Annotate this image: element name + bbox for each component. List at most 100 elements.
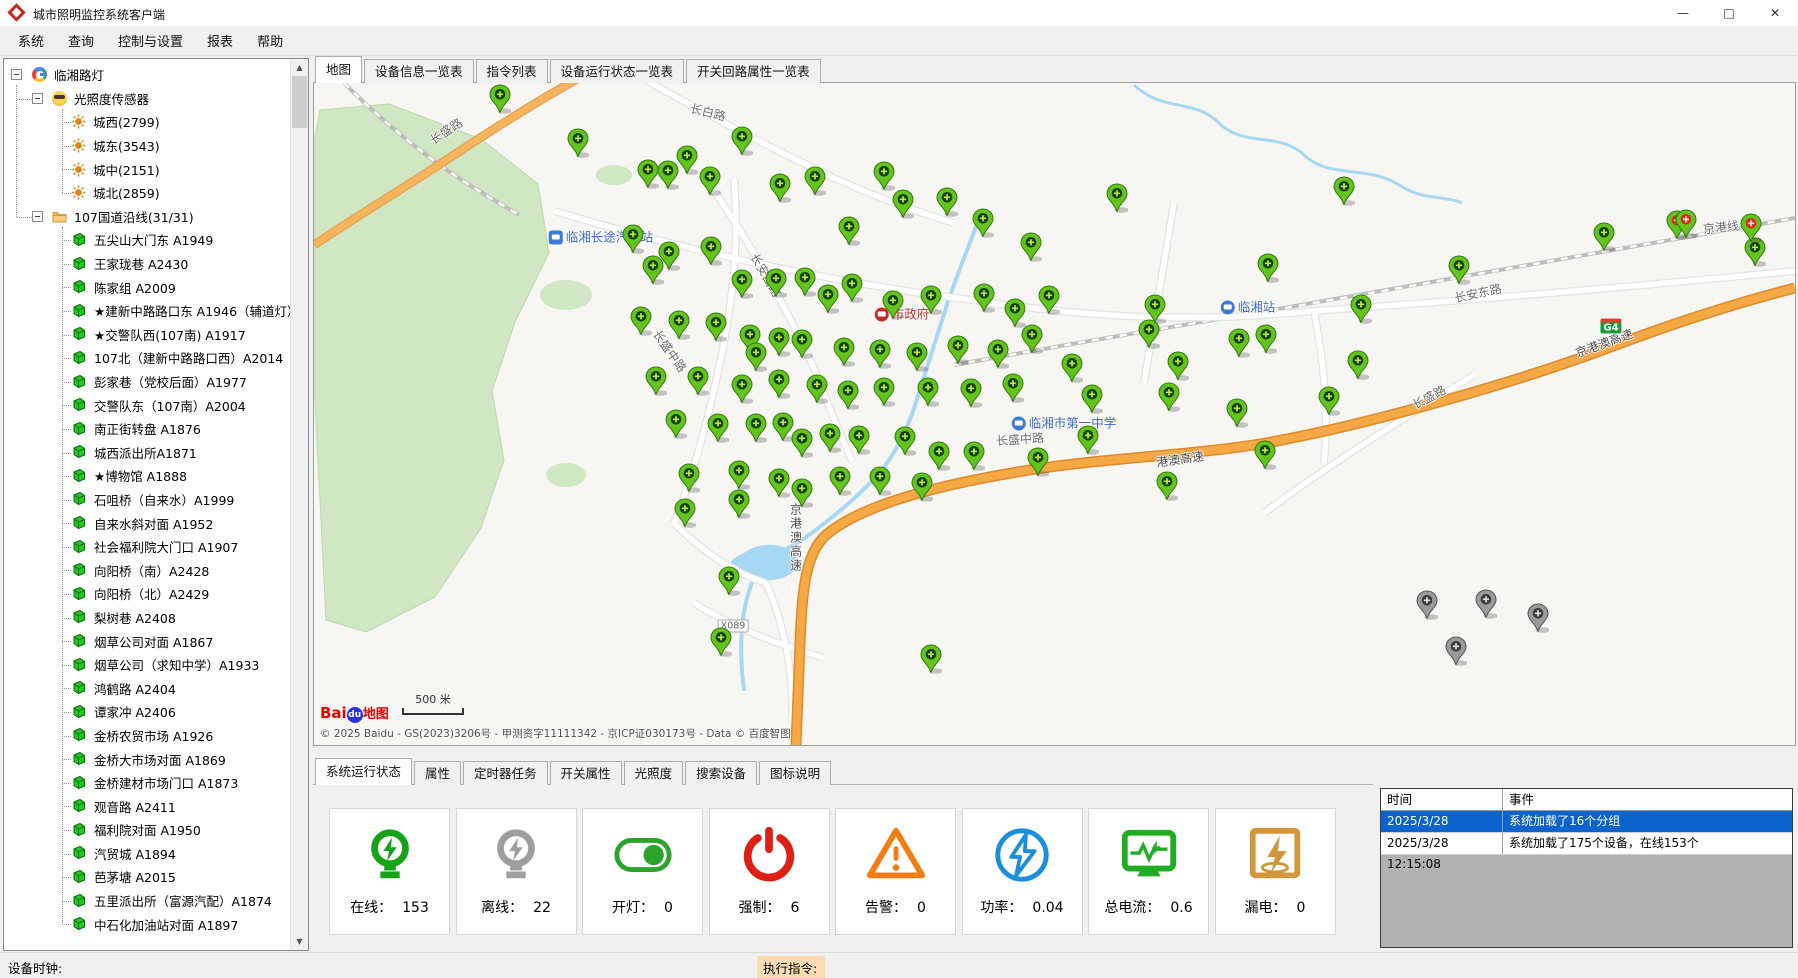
menu-item-2[interactable]: 控制与设置 [106,27,195,54]
map-pin-green[interactable] [731,269,753,299]
tree-item-g1-15[interactable]: 向阳桥（北）A2429 [4,582,291,606]
map-tab-1[interactable]: 设备信息一览表 [364,59,474,83]
map-pin-green[interactable] [1027,447,1049,477]
tree-item-g1-12[interactable]: 自来水斜对面 A1952 [4,511,291,535]
bottom-tab-1[interactable]: 属性 [414,761,461,785]
tree-scrollbar[interactable]: ▲ ▼ [290,59,308,950]
map-pin-green[interactable] [1167,351,1189,381]
map-pin-green[interactable] [699,166,721,196]
map-pin-green[interactable] [794,267,816,297]
map-pin-green[interactable] [768,468,790,498]
tree-item-g1-14[interactable]: 向阳桥（南）A2428 [4,558,291,582]
map-pin-green[interactable] [745,342,767,372]
tree-expand-icon[interactable] [32,93,43,104]
tree-item-g1-23[interactable]: 金桥建材市场门口 A1873 [4,771,291,795]
map-tab-4[interactable]: 开关回路属性一览表 [686,59,821,83]
tree-item-g1-11[interactable]: 石咀桥（自来水）A1999 [4,488,291,512]
map-pin-green[interactable] [838,216,860,246]
map-pin-green[interactable] [768,369,790,399]
bottom-tab-5[interactable]: 搜索设备 [685,761,757,785]
scroll-down-icon[interactable]: ▼ [291,933,308,950]
map-pin-green[interactable] [917,377,939,407]
map-pin-green[interactable] [1350,294,1372,324]
map-pin-green[interactable] [658,241,680,271]
tree-item-g0-3[interactable]: 城北(2859) [4,181,291,205]
map-pin-gray[interactable] [1527,603,1549,633]
map-pin-green[interactable] [1020,232,1042,262]
map-pin-green[interactable] [894,426,916,456]
map-pin-green[interactable] [1106,183,1128,213]
map-pin-green[interactable] [1077,425,1099,455]
map-pin-green[interactable] [869,466,891,496]
tree-item-g0-1[interactable]: 城东(3543) [4,134,291,158]
map-pin-green[interactable] [768,327,790,357]
tree-item-group-0[interactable]: 光照度传感器 [4,87,291,111]
map-pin-green[interactable] [972,208,994,238]
map-pin-green[interactable] [1081,384,1103,414]
map-pin-green[interactable] [1254,440,1276,470]
menu-item-4[interactable]: 帮助 [245,27,295,54]
map-pin-gray[interactable] [1445,636,1467,666]
map-pin-green[interactable] [833,337,855,367]
tree-item-g1-4[interactable]: ★交警队西(107南) A1917 [4,323,291,347]
map-pin-green[interactable] [837,380,859,410]
map-pin-green[interactable] [674,498,696,528]
map-pin-green[interactable] [1257,253,1279,283]
tree-item-g1-7[interactable]: 交警队东（107南）A2004 [4,393,291,417]
map-pin-green[interactable] [1138,319,1160,349]
map-pin-green[interactable] [806,374,828,404]
map-pin-green[interactable] [841,273,863,303]
tree-item-g1-27[interactable]: 芭茅塘 A2015 [4,865,291,889]
map-pin-green[interactable] [731,126,753,156]
map-pin-green[interactable] [920,285,942,315]
minimize-button[interactable]: — [1660,0,1706,26]
map-pin-green[interactable] [829,466,851,496]
map-pin-gray[interactable] [1416,590,1438,620]
tree-item-g1-28[interactable]: 五里派出所（富源汽配）A1874 [4,889,291,913]
map-pin-green[interactable] [705,312,727,342]
map-pin-green[interactable] [1226,398,1248,428]
map-pin-green[interactable] [963,441,985,471]
map-pin-green[interactable] [1038,285,1060,315]
map-pin-green[interactable] [973,283,995,313]
tree-item-g1-18[interactable]: 烟草公司（求知中学）A1933 [4,653,291,677]
map-canvas[interactable]: 长盛路长白路长安西路长盛中路临湘长途汽车站市政府临湘站临湘市第一中学长安东路京港… [314,83,1795,745]
map-pin-red[interactable] [1740,213,1762,243]
bottom-tab-0[interactable]: 系统运行状态 [315,758,412,785]
map-pin-green[interactable] [728,460,750,490]
tree-expand-icon[interactable] [32,211,43,222]
tree-item-g1-5[interactable]: 107北（建新中路路口西）A2014 [4,346,291,370]
tree-item-group-1[interactable]: 107国道沿线(31/31) [4,205,291,229]
map-pin-green[interactable] [637,159,659,189]
map-tab-0[interactable]: 地图 [315,56,362,83]
map-pin-green[interactable] [645,366,667,396]
map-pin-green[interactable] [731,374,753,404]
tree-item-g1-6[interactable]: 彭家巷（党校后面）A1977 [4,370,291,394]
map-pin-green[interactable] [1002,373,1024,403]
tree-item-g0-2[interactable]: 城中(2151) [4,157,291,181]
map-pin-green[interactable] [668,310,690,340]
map-pin-green[interactable] [928,441,950,471]
map-pin-green[interactable] [1255,324,1277,354]
map-pin-green[interactable] [817,284,839,314]
map-pin-green[interactable] [1593,222,1615,252]
bottom-tab-2[interactable]: 定时器任务 [463,761,548,785]
map-pin-green[interactable] [1318,386,1340,416]
tree-item-g1-22[interactable]: 金桥大市场对面 A1869 [4,747,291,771]
map-pin-red[interactable] [1675,209,1697,239]
map-pin-green[interactable] [1061,353,1083,383]
tree-item-g1-17[interactable]: 烟草公司对面 A1867 [4,629,291,653]
map-pin-green[interactable] [791,478,813,508]
tree-item-g1-29[interactable]: 中石化加油站对面 A1897 [4,912,291,936]
map-pin-green[interactable] [848,425,870,455]
map-pin-green[interactable] [911,472,933,502]
tree-item-g1-0[interactable]: 五尖山大门东 A1949 [4,228,291,252]
map-pin-green[interactable] [873,377,895,407]
map-tab-3[interactable]: 设备运行状态一览表 [550,59,685,83]
map-pin-green[interactable] [882,290,904,320]
map-pin-green[interactable] [567,128,589,158]
map-pin-green[interactable] [906,342,928,372]
map-pin-green[interactable] [1448,255,1470,285]
event-row-0[interactable]: 2025/3/28 12:15:08系统加载了16个分组 [1381,811,1792,833]
map-pin-green[interactable] [892,189,914,219]
